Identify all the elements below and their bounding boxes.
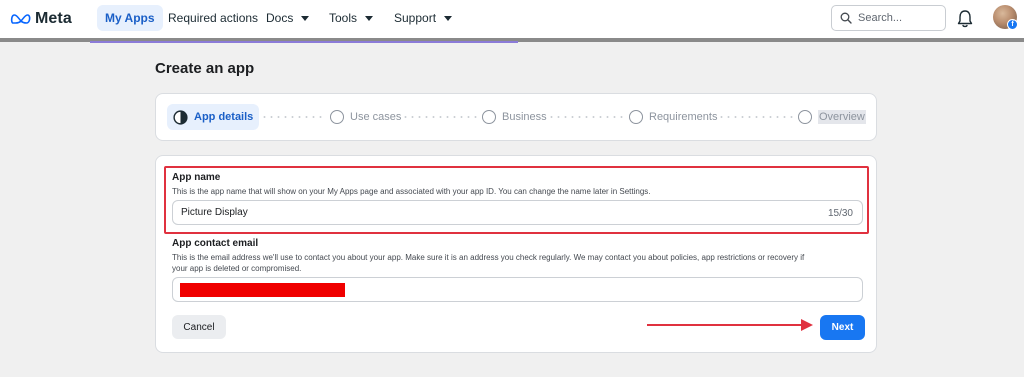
circle-icon (482, 110, 496, 124)
step-label: App details (194, 111, 254, 123)
nav-tools[interactable]: Tools (321, 5, 381, 31)
step-connector (402, 116, 478, 118)
nav-tools-label: Tools (329, 11, 358, 25)
step-connector (254, 116, 326, 118)
search-box[interactable] (831, 5, 946, 31)
circle-icon (798, 110, 812, 124)
nav-required-actions[interactable]: Required actions (160, 5, 266, 31)
step-overview: Overview (798, 104, 866, 130)
nav-support-label: Support (394, 11, 437, 25)
chevron-down-icon (301, 16, 310, 21)
nav-required-actions-label: Required actions (168, 11, 259, 25)
step-label: Use cases (350, 111, 402, 123)
step-connector (548, 116, 626, 118)
redacted-email (180, 283, 345, 297)
step-business: Business (482, 104, 547, 130)
step-label: Business (502, 111, 547, 123)
brand-name: Meta (35, 10, 72, 27)
contact-email-description: This is the email address we'll use to c… (172, 253, 805, 262)
step-connector (718, 116, 796, 118)
bell-icon[interactable] (956, 9, 974, 29)
next-button[interactable]: Next (820, 315, 865, 340)
nav-my-apps[interactable]: My Apps (97, 5, 163, 31)
step-label: Overview (818, 110, 866, 124)
meta-infinity-icon (10, 14, 31, 24)
nav-support[interactable]: Support (386, 5, 460, 31)
character-counter: 15/30 (827, 208, 853, 219)
circle-icon (330, 110, 344, 124)
circle-icon (629, 110, 643, 124)
nav-docs[interactable]: Docs (258, 5, 317, 31)
page-progress-bar (90, 41, 518, 43)
app-name-label: App name (172, 172, 221, 183)
app-name-description: This is the app name that will show on y… (172, 187, 651, 196)
nav-my-apps-label: My Apps (105, 11, 155, 25)
search-input[interactable] (858, 12, 938, 24)
chevron-down-icon (444, 16, 453, 21)
contact-email-description-cont: your app is deleted or compromised. (172, 264, 302, 273)
app-name-field[interactable]: Picture Display 15/30 (172, 200, 863, 225)
page-title: Create an app (155, 60, 255, 77)
step-use-cases: Use cases (330, 104, 401, 130)
cancel-button[interactable]: Cancel (172, 315, 226, 339)
annotation-arrow-icon (647, 319, 813, 331)
half-circle-icon (173, 109, 188, 125)
meta-logo[interactable]: Meta (10, 9, 72, 29)
step-app-details: App details (167, 104, 260, 130)
contact-email-label: App contact email (172, 238, 259, 249)
chevron-down-icon (365, 16, 374, 21)
step-label: Requirements (649, 111, 718, 123)
facebook-icon: f (1007, 19, 1018, 30)
nav-docs-label: Docs (266, 11, 294, 25)
step-requirements: Requirements (629, 104, 717, 130)
progress-stepper: App details Use cases Business Requireme… (155, 93, 877, 141)
search-icon (840, 12, 852, 24)
app-name-value: Picture Display (181, 207, 248, 218)
